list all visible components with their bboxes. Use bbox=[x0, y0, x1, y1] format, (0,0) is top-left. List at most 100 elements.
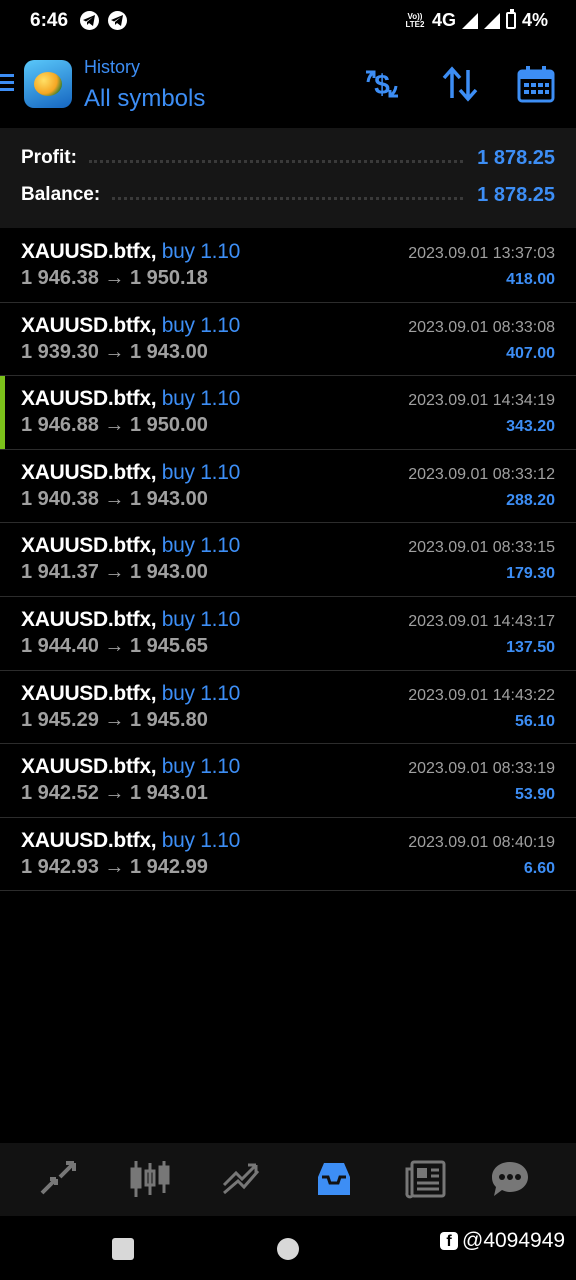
trade-symbol: XAUUSD.btfx, buy 1.10 bbox=[21, 534, 240, 558]
quotes-icon[interactable] bbox=[36, 1159, 80, 1199]
trade-row[interactable]: XAUUSD.btfx, buy 1.10 1 946.88 → 1 950.00… bbox=[0, 376, 576, 450]
profit-row: Profit: 1 878.25 bbox=[21, 143, 555, 173]
signal-icon bbox=[461, 12, 478, 29]
history-icon[interactable] bbox=[312, 1159, 356, 1199]
trade-prices: 1 940.38 → 1 943.00 bbox=[21, 487, 208, 510]
trade-side: buy 1.10 bbox=[161, 387, 240, 411]
trade-side: buy 1.10 bbox=[161, 313, 240, 337]
symbol-name: XAUUSD.btfx, bbox=[21, 460, 157, 484]
trade-profit: 343.20 bbox=[506, 418, 555, 436]
trade-profit: 56.10 bbox=[514, 712, 555, 730]
trade-datetime: 2023.09.01 14:43:22 bbox=[408, 686, 555, 704]
trade-prices: 1 939.30 → 1 943.00 bbox=[21, 340, 208, 363]
trade-symbol: XAUUSD.btfx, buy 1.10 bbox=[21, 755, 240, 779]
summary-panel: Profit: 1 878.25 Balance: 1 878.25 bbox=[0, 128, 576, 228]
page-title: History bbox=[84, 57, 141, 77]
trade-row[interactable]: XAUUSD.btfx, buy 1.10 1 941.37 → 1 943.00… bbox=[0, 523, 576, 597]
trade-datetime: 2023.09.01 08:33:19 bbox=[408, 760, 555, 778]
trade-prices: 1 946.88 → 1 950.00 bbox=[21, 414, 208, 437]
signal-icon bbox=[483, 12, 500, 29]
trade-profit: 418.00 bbox=[506, 271, 555, 288]
trade-datetime: 2023.09.01 13:37:03 bbox=[408, 245, 555, 262]
trade-symbol: XAUUSD.btfx, buy 1.10 bbox=[21, 387, 240, 411]
trade-row[interactable]: XAUUSD.btfx, buy 1.10 1 940.38 → 1 943.00… bbox=[0, 450, 576, 524]
trade-row[interactable]: XAUUSD.btfx, buy 1.10 1 942.93 → 1 942.99… bbox=[0, 818, 576, 892]
leader-dots bbox=[88, 159, 464, 163]
trade-row[interactable]: XAUUSD.btfx, buy 1.10 1 944.40 → 1 945.65… bbox=[0, 597, 576, 671]
trade-prices: 1 942.52 → 1 943.01 bbox=[21, 782, 208, 805]
trade-side: buy 1.10 bbox=[161, 534, 240, 558]
symbol-name: XAUUSD.btfx, bbox=[21, 534, 157, 558]
recents-button[interactable] bbox=[112, 1238, 134, 1260]
battery-level: 4% bbox=[521, 10, 548, 30]
trade-symbol: XAUUSD.btfx, buy 1.10 bbox=[21, 608, 240, 632]
trade-datetime: 2023.09.01 14:43:17 bbox=[408, 612, 555, 630]
symbol-name: XAUUSD.btfx, bbox=[21, 607, 157, 631]
trade-profit: 6.60 bbox=[523, 859, 555, 877]
trade-prices: 1 945.29 → 1 945.80 bbox=[21, 708, 208, 731]
symbol-name: XAUUSD.btfx, bbox=[21, 681, 157, 705]
trade-symbol: XAUUSD.btfx, buy 1.10 bbox=[21, 240, 240, 264]
trade-symbol: XAUUSD.btfx, buy 1.10 bbox=[21, 829, 240, 853]
facebook-icon: f bbox=[440, 1232, 458, 1250]
symbol-name: XAUUSD.btfx, bbox=[21, 240, 157, 263]
symbol-name: XAUUSD.btfx, bbox=[21, 387, 157, 411]
trade-prices: 1 941.37 → 1 943.00 bbox=[21, 561, 208, 584]
trade-datetime: 2023.09.01 08:40:19 bbox=[408, 833, 555, 851]
trade-profit: 137.50 bbox=[506, 638, 555, 656]
trade-row[interactable]: XAUUSD.btfx, buy 1.10 1 939.30 → 1 943.00… bbox=[0, 303, 576, 377]
trade-datetime: 2023.09.01 14:34:19 bbox=[408, 392, 555, 410]
symbol-name: XAUUSD.btfx, bbox=[21, 755, 157, 779]
trade-datetime: 2023.09.01 08:33:08 bbox=[408, 318, 555, 336]
trade-profit: 288.20 bbox=[506, 491, 555, 509]
profit-value: 1 878.25 bbox=[477, 146, 555, 169]
symbol-name: XAUUSD.btfx, bbox=[21, 313, 157, 337]
trade-icon[interactable] bbox=[220, 1159, 264, 1199]
trade-side: buy 1.10 bbox=[161, 240, 240, 263]
status-bar: 6:46 Vo)) LTE2 4G 4% bbox=[0, 0, 576, 42]
status-indicators: Vo)) LTE2 4G 4% bbox=[404, 9, 548, 31]
mt-logo-icon bbox=[24, 60, 72, 108]
trade-side: buy 1.10 bbox=[161, 828, 240, 852]
app-header: History All symbols $ bbox=[0, 42, 576, 128]
watermark-text: @4094949 bbox=[462, 1229, 566, 1252]
trade-symbol: XAUUSD.btfx, buy 1.10 bbox=[21, 461, 240, 485]
battery-icon bbox=[505, 9, 516, 29]
trade-side: buy 1.10 bbox=[161, 460, 240, 484]
home-button[interactable] bbox=[277, 1238, 299, 1260]
messages-icon[interactable] bbox=[488, 1159, 532, 1199]
trade-row[interactable]: XAUUSD.btfx, buy 1.10 1 946.38 → 1 950.18… bbox=[0, 229, 576, 303]
trade-datetime: 2023.09.01 08:33:12 bbox=[408, 465, 555, 483]
selected-marker bbox=[0, 376, 5, 449]
trade-symbol: XAUUSD.btfx, buy 1.10 bbox=[21, 314, 240, 338]
trade-row[interactable]: XAUUSD.btfx, buy 1.10 1 942.52 → 1 943.01… bbox=[0, 744, 576, 818]
network-type: 4G bbox=[431, 10, 456, 30]
trade-profit: 407.00 bbox=[506, 344, 555, 362]
trade-datetime: 2023.09.01 08:33:15 bbox=[408, 539, 555, 557]
balance-value: 1 878.25 bbox=[477, 183, 555, 206]
trade-row[interactable]: XAUUSD.btfx, buy 1.10 1 945.29 → 1 945.80… bbox=[0, 671, 576, 745]
trade-side: buy 1.10 bbox=[161, 607, 240, 631]
news-icon[interactable] bbox=[404, 1159, 448, 1199]
currency-exchange-icon[interactable]: $ bbox=[362, 64, 402, 104]
trade-prices: 1 942.93 → 1 942.99 bbox=[21, 855, 208, 878]
bottom-nav bbox=[0, 1143, 576, 1216]
telegram-icon bbox=[108, 11, 127, 30]
chart-icon[interactable] bbox=[128, 1159, 172, 1199]
trade-list: XAUUSD.btfx, buy 1.10 1 946.38 → 1 950.18… bbox=[0, 229, 576, 892]
balance-label: Balance: bbox=[21, 184, 101, 205]
trade-side: buy 1.10 bbox=[161, 755, 240, 779]
sort-icon[interactable] bbox=[440, 64, 480, 104]
balance-row: Balance: 1 878.25 bbox=[21, 180, 555, 210]
trade-prices: 1 946.38 → 1 950.18 bbox=[21, 267, 208, 289]
volte-indicator: Vo)) LTE2 bbox=[405, 11, 425, 29]
calendar-icon[interactable] bbox=[516, 64, 556, 104]
leader-dots bbox=[112, 196, 464, 200]
symbol-filter[interactable]: All symbols bbox=[84, 85, 205, 113]
trade-profit: 179.30 bbox=[506, 565, 555, 583]
trade-symbol: XAUUSD.btfx, buy 1.10 bbox=[21, 682, 240, 706]
symbol-name: XAUUSD.btfx, bbox=[21, 828, 157, 852]
telegram-icon bbox=[80, 11, 99, 30]
profit-label: Profit: bbox=[21, 147, 77, 168]
menu-icon[interactable] bbox=[0, 74, 14, 95]
